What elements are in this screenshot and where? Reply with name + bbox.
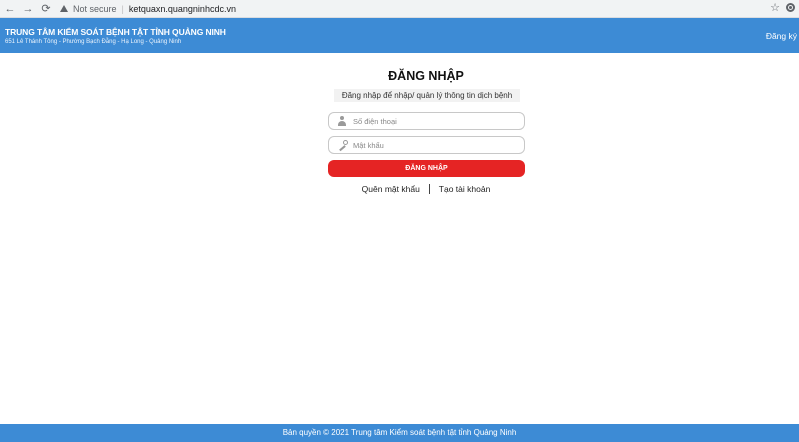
forward-arrow-icon[interactable]: → — [20, 1, 36, 17]
forgot-password-link[interactable]: Quên mật khẩu — [362, 184, 420, 194]
create-account-link[interactable]: Tạo tài khoản — [439, 184, 491, 194]
organization-name: TRUNG TÂM KIỂM SOÁT BỆNH TẬT TỈNH QUẢNG … — [5, 27, 226, 37]
key-icon — [335, 138, 349, 152]
phone-input[interactable] — [353, 116, 513, 126]
site-header: TRUNG TÂM KIỂM SOÁT BỆNH TẬT TỈNH QUẢNG … — [0, 18, 799, 53]
warning-icon[interactable] — [60, 5, 68, 12]
login-title: ĐĂNG NHẬP — [388, 69, 464, 83]
site-footer: Bản quyền © 2021 Trung tâm Kiểm soát bện… — [0, 424, 799, 442]
links-divider — [428, 184, 430, 194]
phone-field[interactable] — [328, 112, 525, 130]
reload-icon[interactable]: ⟳ — [38, 1, 54, 17]
user-icon — [335, 114, 349, 128]
auth-links: Quên mật khẩu Tạo tài khoản — [326, 184, 526, 194]
back-arrow-icon[interactable]: ← — [2, 1, 18, 17]
browser-toolbar: ← → ⟳ Not secure | ketquaxn.quangninhcdc… — [0, 0, 799, 18]
login-subtitle: Đăng nhập để nhập/ quản lý thông tin dịc… — [334, 89, 520, 102]
url-text[interactable]: ketquaxn.quangninhcdc.vn — [129, 4, 236, 14]
bookmark-star-icon[interactable]: ☆ — [770, 1, 780, 14]
address-bar[interactable]: Not secure | ketquaxn.quangninhcdc.vn — [60, 2, 236, 16]
login-button[interactable]: ĐĂNG NHẬP — [328, 160, 525, 177]
address-separator: | — [121, 3, 124, 14]
password-input[interactable] — [353, 140, 513, 150]
organization-address: 651 Lê Thánh Tông - Phường Bạch Đằng - H… — [5, 39, 182, 45]
security-label: Not secure — [73, 3, 117, 14]
register-link[interactable]: Đăng ký — [766, 31, 797, 41]
password-field[interactable] — [328, 136, 525, 154]
profile-icon[interactable] — [786, 3, 795, 12]
